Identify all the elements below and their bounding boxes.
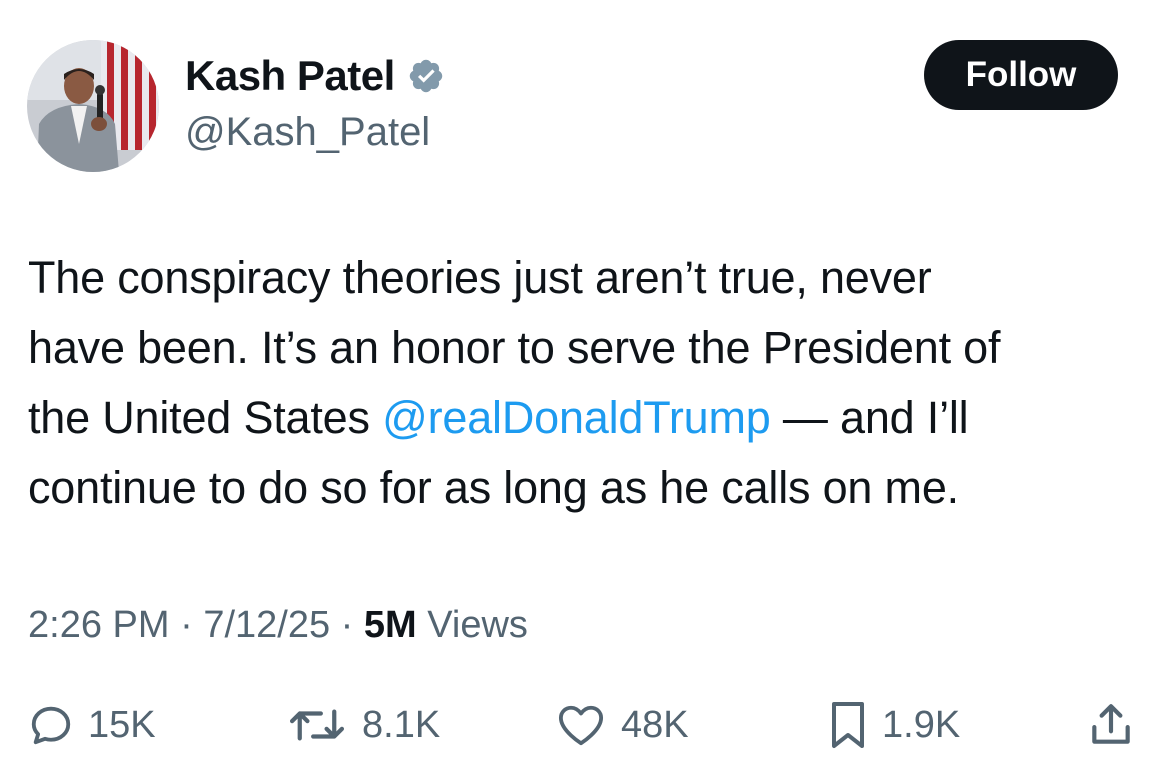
action-bar: 15K 8.1K 48K 1.9K [0, 690, 1169, 760]
mention-link[interactable]: @realDonaldTrump [382, 392, 771, 443]
like-button[interactable]: 48K [555, 690, 689, 760]
tweet-line: The conspiracy theories just aren’t true… [28, 243, 1153, 313]
share-button[interactable] [1086, 690, 1136, 760]
tweet-line: continue to do so for as long as he call… [28, 453, 1153, 523]
like-count: 48K [621, 703, 689, 746]
tweet-meta: 2:26 PM · 7/12/25 · 5M Views [28, 600, 528, 650]
bookmark-icon [828, 700, 868, 750]
tweet-line: have been. It’s an honor to serve the Pr… [28, 313, 1153, 383]
bookmark-button[interactable]: 1.9K [828, 690, 960, 760]
tweet-time[interactable]: 2:26 PM [28, 604, 170, 646]
author-name-row[interactable]: Kash Patel [185, 50, 445, 102]
avatar[interactable] [27, 40, 159, 172]
repost-count: 8.1K [362, 703, 441, 746]
tweet-line: the United States @realDonaldTrump — and… [28, 383, 1153, 453]
reply-button[interactable]: 15K [28, 690, 156, 760]
author-display-name[interactable]: Kash Patel [185, 50, 395, 102]
tweet-text: The conspiracy theories just aren’t true… [28, 243, 1153, 523]
repost-icon [286, 702, 348, 748]
tweet-text-segment: have been. It’s an honor to serve the Pr… [28, 322, 1001, 373]
tweet-text-segment: continue to do so for as long as he call… [28, 462, 959, 513]
tweet-date[interactable]: 7/12/25 [203, 604, 330, 646]
views-label: Views [427, 604, 528, 646]
tweet-text-segment: — and I’ll [770, 392, 969, 443]
repost-button[interactable]: 8.1K [286, 690, 440, 760]
verified-badge-icon [407, 57, 445, 95]
reply-count: 15K [88, 703, 156, 746]
meta-separator: · [180, 604, 193, 646]
views-count: 5M [363, 604, 417, 646]
follow-button[interactable]: Follow [924, 40, 1118, 110]
tweet-text-segment: The conspiracy theories just aren’t true… [28, 252, 932, 303]
author-handle[interactable]: @Kash_Patel [185, 106, 430, 158]
heart-icon [555, 702, 607, 748]
avatar-image [27, 40, 159, 172]
tweet-text-segment: the United States [28, 392, 383, 443]
reply-icon [28, 702, 74, 748]
bookmark-count: 1.9K [882, 703, 961, 746]
meta-separator: · [340, 604, 354, 646]
share-icon [1086, 700, 1136, 750]
